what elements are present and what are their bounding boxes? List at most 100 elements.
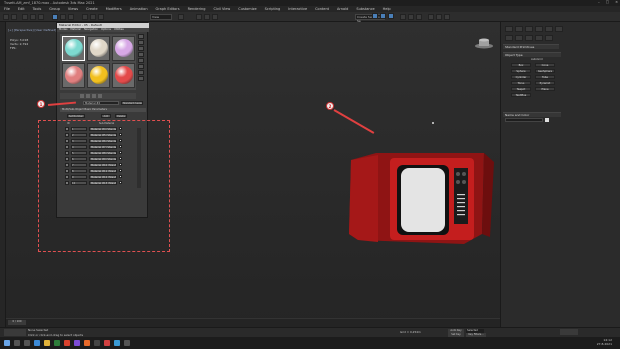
- menu-item[interactable]: Rendering: [188, 7, 206, 11]
- unlink-icon[interactable]: [30, 14, 36, 20]
- object-type-button[interactable]: Plane: [535, 87, 555, 91]
- shapes-icon[interactable]: [515, 35, 523, 41]
- render-frame-icon[interactable]: [436, 14, 442, 20]
- put-to-scene-icon[interactable]: [86, 94, 90, 98]
- preview-icon[interactable]: [138, 64, 144, 69]
- background-icon[interactable]: [138, 46, 144, 51]
- object-type-rollout[interactable]: Object Type: [503, 52, 561, 57]
- helpers-icon[interactable]: [545, 35, 553, 41]
- object-color-swatch[interactable]: [545, 118, 549, 122]
- file-explorer-icon[interactable]: [44, 340, 50, 346]
- menu-item[interactable]: Modifiers: [106, 7, 122, 11]
- multi-sub-rollout[interactable]: Multi/Sub-Object Basic Parameters: [60, 108, 146, 112]
- mirror-icon[interactable]: [372, 13, 378, 19]
- angle-snap-icon[interactable]: [204, 14, 210, 20]
- menu-item[interactable]: Create: [86, 7, 98, 11]
- select-by-name-icon[interactable]: [60, 14, 66, 20]
- reset-material-icon[interactable]: [98, 94, 102, 98]
- app-icon-1[interactable]: [64, 340, 70, 346]
- object-type-button[interactable]: Torus: [511, 81, 531, 85]
- autogrid-checkbox[interactable]: AutoGrid: [531, 58, 542, 61]
- bind-icon[interactable]: [38, 14, 44, 20]
- percent-snap-icon[interactable]: [212, 14, 218, 20]
- menu-item[interactable]: Interactive: [288, 7, 307, 11]
- tv-model[interactable]: [349, 153, 494, 244]
- material-menu-item[interactable]: Modes: [59, 28, 67, 32]
- rotate-icon[interactable]: [90, 14, 96, 20]
- render-setup-icon[interactable]: [428, 14, 434, 20]
- menu-item[interactable]: Group: [49, 7, 60, 11]
- modify-tab[interactable]: [515, 26, 523, 32]
- motion-tab[interactable]: [535, 26, 543, 32]
- app-icon-3[interactable]: [94, 340, 100, 346]
- primitive-category-select[interactable]: Standard Primitives: [503, 44, 559, 49]
- cameras-icon[interactable]: [535, 35, 543, 41]
- edge-icon[interactable]: [34, 340, 40, 346]
- link-icon[interactable]: [22, 14, 28, 20]
- snap-icon[interactable]: [196, 14, 202, 20]
- object-type-button[interactable]: Sphere: [511, 69, 531, 73]
- schematic-icon[interactable]: [408, 14, 414, 20]
- menu-item[interactable]: Edit: [18, 7, 25, 11]
- menu-item[interactable]: File: [4, 7, 10, 11]
- maxscript-listener[interactable]: [4, 329, 26, 336]
- align-icon[interactable]: [380, 13, 386, 19]
- search-icon[interactable]: [14, 340, 20, 346]
- region-select-icon[interactable]: [68, 14, 74, 20]
- material-type-button[interactable]: Standard (Legacy): [121, 101, 143, 105]
- viewcube-icon[interactable]: [475, 38, 493, 49]
- timeline[interactable]: 0 / 100: [6, 318, 500, 327]
- uv-tiling-icon[interactable]: [138, 52, 144, 57]
- menu-item[interactable]: Scripting: [265, 7, 281, 11]
- app-icon-5[interactable]: [114, 340, 120, 346]
- object-type-button[interactable]: Pyramid: [535, 81, 555, 85]
- geometry-icon[interactable]: [505, 35, 513, 41]
- curve-editor-icon[interactable]: [400, 14, 406, 20]
- menu-item[interactable]: Arnold: [337, 7, 348, 11]
- task-view-icon[interactable]: [24, 340, 30, 346]
- scale-icon[interactable]: [98, 14, 104, 20]
- pivot-icon[interactable]: [178, 14, 184, 20]
- object-type-button[interactable]: Teapot: [511, 87, 531, 91]
- menu-item[interactable]: Civil View: [213, 7, 230, 11]
- hierarchy-tab[interactable]: [525, 26, 533, 32]
- material-sample-slot[interactable]: [62, 63, 85, 88]
- material-menu-item[interactable]: Navigation: [84, 28, 98, 32]
- redo-icon[interactable]: [11, 14, 17, 20]
- close-icon[interactable]: ×: [615, 0, 618, 4]
- name-color-rollout[interactable]: Name and Color: [503, 112, 561, 117]
- create-tab[interactable]: [505, 26, 513, 32]
- material-sample-slot[interactable]: [62, 36, 85, 61]
- material-menu-item[interactable]: Utilities: [114, 28, 124, 32]
- add-button[interactable]: Add: [101, 114, 111, 118]
- material-menu-item[interactable]: Options: [101, 28, 111, 32]
- backlight-icon[interactable]: [138, 40, 144, 45]
- firefox-icon[interactable]: [84, 340, 90, 346]
- playback-controls[interactable]: [560, 329, 578, 335]
- move-icon[interactable]: [82, 14, 88, 20]
- display-tab[interactable]: [545, 26, 553, 32]
- object-type-button[interactable]: Tube: [535, 75, 555, 79]
- material-sample-slot[interactable]: [112, 63, 135, 88]
- menu-item[interactable]: Substance: [356, 7, 374, 11]
- menu-item[interactable]: Views: [68, 7, 78, 11]
- clock[interactable]: 14:12 27.8.2021: [597, 338, 612, 346]
- material-sample-slot[interactable]: [87, 63, 110, 88]
- menu-item[interactable]: Animation: [130, 7, 148, 11]
- utilities-tab[interactable]: [555, 26, 563, 32]
- undo-icon[interactable]: [3, 14, 9, 20]
- max-app-icon[interactable]: [54, 340, 60, 346]
- material-editor-icon[interactable]: [416, 14, 422, 20]
- video-check-icon[interactable]: [138, 58, 144, 63]
- app-icon-2[interactable]: [74, 340, 80, 346]
- object-type-button[interactable]: TextPlus: [511, 93, 531, 97]
- object-type-button[interactable]: Cylinder: [511, 75, 531, 79]
- menu-item[interactable]: Graph Editors: [156, 7, 180, 11]
- render-icon[interactable]: [444, 14, 450, 20]
- frame-counter[interactable]: 0 / 100: [8, 320, 26, 325]
- assign-material-icon[interactable]: [92, 94, 96, 98]
- pick-material-icon[interactable]: [80, 94, 84, 98]
- app-icon-4[interactable]: [104, 340, 110, 346]
- material-sample-slot[interactable]: [87, 36, 110, 61]
- app-icon-6[interactable]: [124, 340, 130, 346]
